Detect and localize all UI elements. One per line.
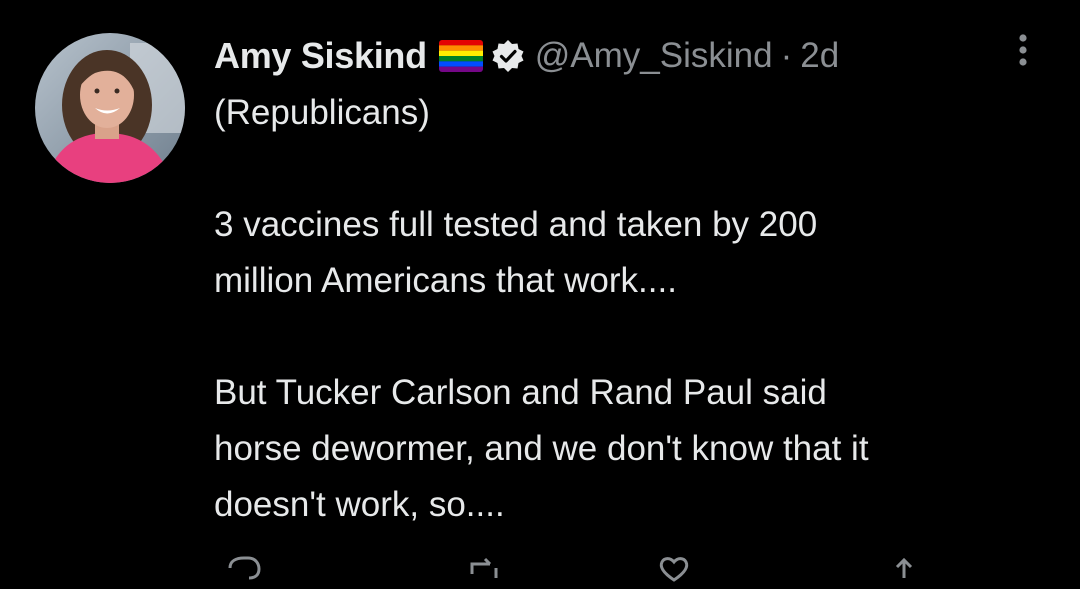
avatar-image [35, 33, 185, 183]
more-options-icon[interactable] [1010, 30, 1036, 70]
tweet-timestamp[interactable]: 2d [800, 36, 839, 76]
tweet-text-line: doesn't work, so.... [214, 485, 505, 524]
tweet-text-line: million Americans that work.... [214, 261, 677, 300]
tweet-header: Amy Siskind @Amy_Siskind · 2d [214, 30, 839, 82]
retweet-icon[interactable] [464, 554, 504, 584]
author-name[interactable]: Amy Siskind [214, 35, 427, 77]
share-icon[interactable] [884, 554, 924, 584]
avatar[interactable] [35, 33, 185, 183]
verified-badge-icon [491, 39, 525, 73]
tweet-text-line [214, 141, 1064, 197]
tweet-text-line: horse dewormer, and we don't know that i… [214, 429, 869, 468]
tweet-text-line: (Republicans) [214, 93, 430, 132]
separator-dot: · [780, 36, 793, 75]
rainbow-flag-icon [438, 40, 483, 72]
author-handle[interactable]: @Amy_Siskind [535, 36, 773, 76]
tweet-text: (Republicans) 3 vaccines full tested and… [214, 85, 1064, 533]
tweet[interactable]: Amy Siskind @Amy_Siskind · 2d (Republica… [0, 0, 1080, 582]
reply-icon[interactable] [224, 554, 264, 584]
tweet-text-line: 3 vaccines full tested and taken by 200 [214, 205, 818, 244]
tweet-actions [214, 554, 974, 584]
tweet-text-line [214, 309, 1064, 365]
like-icon[interactable] [654, 554, 694, 584]
tweet-text-line: But Tucker Carlson and Rand Paul said [214, 373, 827, 412]
